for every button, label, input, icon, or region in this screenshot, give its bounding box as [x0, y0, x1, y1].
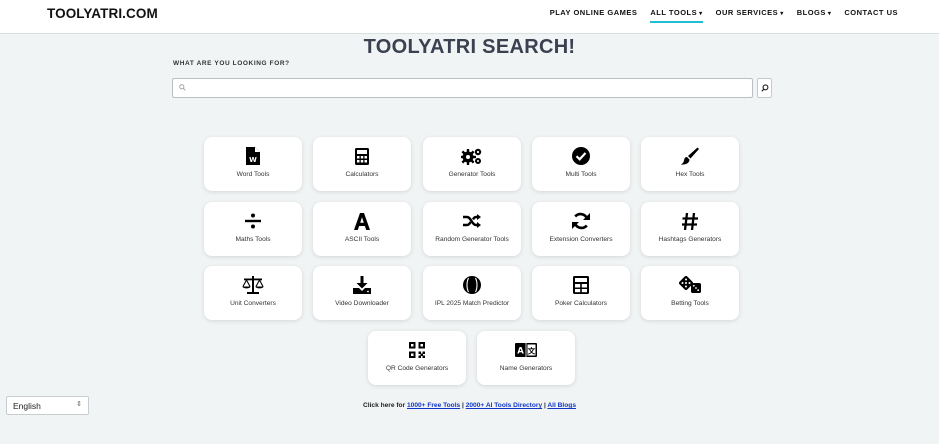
nav-label: OUR SERVICES: [715, 8, 779, 17]
search-input[interactable]: [189, 81, 749, 95]
tool-card-ascii-tools[interactable]: ASCII Tools: [313, 202, 411, 256]
nav-our-services[interactable]: OUR SERVICES ▾: [716, 8, 784, 23]
divide-icon: [245, 213, 261, 229]
search-label: WHAT ARE YOU LOOKING FOR?: [173, 60, 290, 67]
search-button[interactable]: [757, 78, 772, 98]
tool-card-label: Random Generator Tools: [435, 236, 509, 243]
tool-card-hex-tools[interactable]: Hex Tools: [641, 137, 739, 191]
tool-card-poker-calculators[interactable]: Poker Calculators: [532, 266, 630, 320]
tool-card-label: ASCII Tools: [344, 236, 380, 243]
nav-play-online-games[interactable]: PLAY ONLINE GAMES: [550, 8, 638, 23]
tool-card-label: Poker Calculators: [554, 300, 608, 307]
letter-a-icon: [354, 212, 370, 230]
check-circle-icon: [572, 147, 590, 165]
caret-down-icon: ▾: [780, 11, 784, 17]
nav-all-tools[interactable]: ALL TOOLS ▾: [650, 8, 703, 23]
tool-card-label: Word Tools: [236, 171, 270, 178]
nav-contact-us[interactable]: CONTACT US: [844, 8, 898, 23]
page-title: TOOLYATRI SEARCH!: [363, 36, 576, 58]
calculator-icon: [573, 276, 589, 294]
tool-card-label: Unit Converters: [230, 300, 276, 307]
tool-card-maths-tools[interactable]: Maths Tools: [204, 202, 302, 256]
tool-card-label: Extension Converters: [549, 236, 613, 243]
tool-card-label: Multi Tools: [565, 171, 597, 178]
tool-card-unit-converters[interactable]: Unit Converters: [204, 266, 302, 320]
calculator-icon: [355, 147, 369, 165]
gears-icon: [461, 148, 482, 165]
footer-links: Click here for 1000+ Free Tools | 2000+ …: [0, 402, 939, 409]
paintbrush-icon: [681, 147, 699, 165]
tool-card-name-generators[interactable]: A 文 Name Generators: [477, 331, 575, 385]
nav-label: CONTACT US: [844, 8, 898, 17]
tool-card-label: Maths Tools: [235, 236, 271, 243]
svg-text:文: 文: [528, 346, 536, 356]
ai-tools-directory-link[interactable]: 2000+ AI Tools Directory: [466, 402, 542, 409]
tool-card-extension-converters[interactable]: Extension Converters: [532, 202, 630, 256]
nav-blogs[interactable]: BLOGS ▾: [797, 8, 832, 23]
tool-card-label: QR Code Generators: [385, 365, 449, 372]
nav-label: ALL TOOLS: [650, 8, 698, 17]
tool-card-label: Hex Tools: [675, 171, 705, 178]
tool-card-hashtags-generators[interactable]: Hashtags Generators: [641, 202, 739, 256]
tool-card-qr-code-generators[interactable]: QR Code Generators: [368, 331, 466, 385]
scale-icon: [242, 276, 264, 294]
download-icon: [353, 276, 371, 294]
word-file-icon: W: [246, 147, 260, 165]
free-tools-link[interactable]: 1000+ Free Tools: [407, 402, 460, 409]
tool-card-video-downloader[interactable]: Video Downloader: [313, 266, 411, 320]
all-blogs-link[interactable]: All Blogs: [547, 402, 576, 409]
svg-text:W: W: [249, 156, 257, 164]
search-icon: [179, 84, 186, 91]
qrcode-icon: [409, 342, 425, 358]
tool-card-label: Video Downloader: [335, 300, 389, 307]
tool-card-calculators[interactable]: Calculators: [313, 137, 411, 191]
tool-card-label: Generator Tools: [448, 171, 496, 178]
nav-label: PLAY ONLINE GAMES: [549, 8, 638, 17]
tool-card-label: IPL 2025 Match Predictor: [434, 300, 510, 307]
tool-card-ipl-predictor[interactable]: IPL 2025 Match Predictor: [423, 266, 521, 320]
tool-card-label: Calculators: [345, 171, 379, 178]
tool-card-word-tools[interactable]: W Word Tools: [204, 137, 302, 191]
tool-card-random-generator-tools[interactable]: Random Generator Tools: [423, 202, 521, 256]
svg-text:A: A: [517, 347, 524, 357]
tool-card-label: Hashtags Generators: [658, 236, 722, 243]
tool-card-betting-tools[interactable]: Betting Tools: [641, 266, 739, 320]
caret-down-icon: ▾: [699, 11, 703, 17]
language-icon: A 文: [515, 343, 537, 357]
search-icon: [760, 84, 768, 92]
tool-card-multi-tools[interactable]: Multi Tools: [532, 137, 630, 191]
nav-label: BLOGS: [796, 8, 826, 17]
tool-card-label: Name Generators: [499, 365, 553, 372]
site-logo[interactable]: TOOLYATRI.COM: [47, 6, 158, 21]
hashtag-icon: [682, 212, 698, 230]
main-nav: PLAY ONLINE GAMES ALL TOOLS ▾ OUR SERVICE…: [550, 8, 898, 23]
cricket-ball-icon: [463, 276, 481, 294]
shuffle-icon: [463, 214, 481, 228]
sync-icon: [572, 212, 590, 230]
caret-down-icon: ▾: [827, 11, 832, 17]
dice-icon: [679, 276, 701, 293]
footer-prefix: Click here for: [363, 402, 407, 409]
top-navbar: TOOLYATRI.COM PLAY ONLINE GAMES ALL TOOL…: [0, 0, 939, 34]
tool-card-label: Betting Tools: [671, 300, 709, 307]
tool-card-generator-tools[interactable]: Generator Tools: [423, 137, 521, 191]
search-box: [172, 78, 753, 98]
